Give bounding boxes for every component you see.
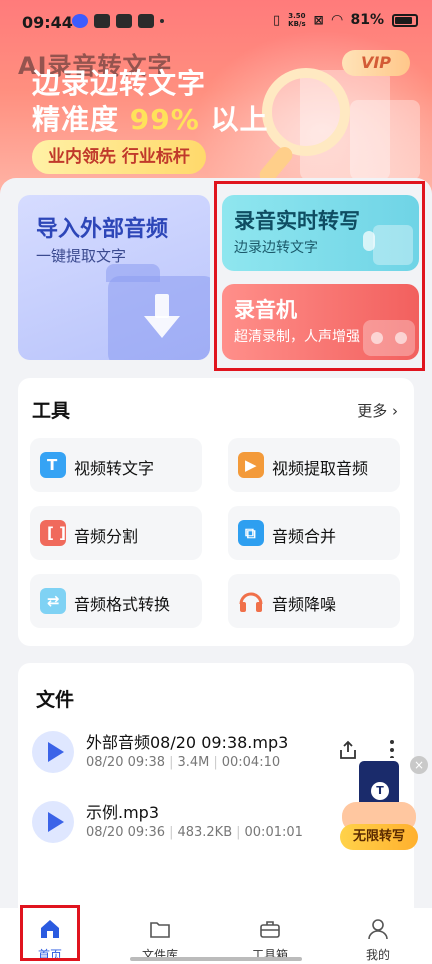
notification-app-icon <box>116 14 132 28</box>
vibrate-icon: ▯ <box>273 12 281 28</box>
tool-label: 音频格式转换 <box>74 595 171 614</box>
promo-label: 无限转写 <box>340 824 418 850</box>
tools-more-label: 更多 <box>357 402 388 420</box>
tool-label: 视频转文字 <box>74 459 155 478</box>
tool-audio-split[interactable]: [ ] 音频分割 <box>30 506 202 560</box>
slogan-highlight: 99% <box>129 103 200 136</box>
video-extract-audio-icon: ▶ <box>238 452 264 478</box>
status-right: ▯ 3.50 KB/s ⊠ ◠ 81% <box>273 12 418 28</box>
header-banner: 09:44 ▯ 3.50 KB/s ⊠ ◠ 81% AI录音转文字 VIP 边录… <box>0 0 432 200</box>
tool-video-extract-audio[interactable]: ▶ 视频提取音频 <box>228 438 400 492</box>
file-date: 08/20 09:36 <box>86 825 166 840</box>
file-name: 外部音频08/20 09:38.mp3 <box>86 733 289 752</box>
status-bar: 09:44 ▯ 3.50 KB/s ⊠ ◠ 81% <box>0 0 432 44</box>
battery-percent: 81% <box>350 12 384 28</box>
slogan-line1: 边录边转文字 <box>32 67 207 100</box>
slogan-suffix: 以上 <box>210 103 269 136</box>
file-size: 483.2KB <box>177 825 233 840</box>
promo-logo: T <box>371 782 389 800</box>
audio-format-convert-icon: ⇄ <box>40 588 66 614</box>
net-speed: 3.50 KB/s <box>288 12 305 28</box>
video-to-text-icon: T <box>40 452 66 478</box>
tools-section: 工具 更多 › T 视频转文字 ▶ 视频提取音频 [ ] 音频分割 ⧉ 音频合并… <box>18 378 414 646</box>
industry-badge: 业内领先 行业标杆 <box>32 140 206 174</box>
audio-split-icon: [ ] <box>40 520 66 546</box>
file-duration: 00:04:10 <box>221 755 281 770</box>
folder-icon <box>150 922 170 938</box>
nav-label: 我的 <box>365 948 390 962</box>
magnifier-icon <box>262 68 350 156</box>
file-list-item[interactable]: 外部音频08/20 09:38.mp3 08/20 09:38 | 3.4M | 00:… <box>28 727 328 787</box>
file-meta: 08/20 09:36 | 483.2KB | 00:01:01 <box>86 825 303 840</box>
promo-floating-widget[interactable]: T 无限转写 <box>340 758 418 852</box>
slogan-prefix: 精准度 <box>32 103 120 136</box>
highlight-box <box>20 905 80 961</box>
toolbox-icon <box>260 921 280 938</box>
status-notification-icons <box>72 14 164 28</box>
status-time: 09:44 <box>22 13 73 32</box>
tools-more-link[interactable]: 更多 › <box>357 400 398 421</box>
files-title: 文件 <box>36 689 75 711</box>
nav-profile[interactable]: 我的 <box>348 914 408 964</box>
play-icon[interactable] <box>32 731 74 773</box>
highlight-box <box>214 181 425 371</box>
banner-deco-document <box>350 100 420 180</box>
play-icon[interactable] <box>32 801 74 843</box>
tool-audio-denoise[interactable]: 音频降噪 <box>228 574 400 628</box>
file-size: 3.4M <box>177 755 210 770</box>
notification-more-dot <box>160 19 164 23</box>
tool-label: 音频合并 <box>272 527 337 546</box>
vip-badge[interactable]: VIP <box>342 50 410 76</box>
tool-label: 音频分割 <box>74 527 139 546</box>
battery-icon <box>392 13 418 27</box>
import-audio-title: 导入外部音频 <box>36 217 169 242</box>
person-icon <box>368 919 388 940</box>
headphones-icon <box>239 592 263 612</box>
net-speed-value: 3.50 <box>288 12 306 20</box>
share-icon[interactable] <box>338 740 358 760</box>
tool-label: 视频提取音频 <box>272 459 369 478</box>
net-speed-unit: KB/s <box>288 20 306 28</box>
chevron-right-icon: › <box>392 402 398 420</box>
sim-icon: ⊠ <box>313 13 324 27</box>
tool-video-to-text[interactable]: T 视频转文字 <box>30 438 202 492</box>
file-list-item[interactable]: 示例.mp3 08/20 09:36 | 483.2KB | 00:01:01 <box>28 797 328 857</box>
gesture-bar[interactable] <box>130 957 302 961</box>
tools-title: 工具 <box>32 400 71 422</box>
file-duration: 00:01:01 <box>244 825 303 840</box>
wifi-icon: ◠ <box>331 12 343 28</box>
import-audio-subtitle: 一键提取文字 <box>36 247 127 265</box>
tool-audio-merge[interactable]: ⧉ 音频合并 <box>228 506 400 560</box>
file-name: 示例.mp3 <box>86 803 160 822</box>
tool-audio-format-convert[interactable]: ⇄ 音频格式转换 <box>30 574 202 628</box>
tool-label: 音频降噪 <box>272 595 337 614</box>
audio-merge-icon: ⧉ <box>238 520 264 546</box>
notification-app-icon <box>72 14 88 28</box>
notification-app-icon <box>138 14 154 28</box>
close-icon[interactable]: × <box>410 756 428 774</box>
file-meta: 08/20 09:38 | 3.4M | 00:04:10 <box>86 755 281 770</box>
import-audio-card[interactable]: 导入外部音频 一键提取文字 <box>18 195 210 360</box>
slogan-line2: 精准度 99% 以上 <box>32 98 269 138</box>
notification-mail-icon <box>94 14 110 28</box>
download-arrow-icon <box>144 294 180 338</box>
file-date: 08/20 09:38 <box>86 755 166 770</box>
